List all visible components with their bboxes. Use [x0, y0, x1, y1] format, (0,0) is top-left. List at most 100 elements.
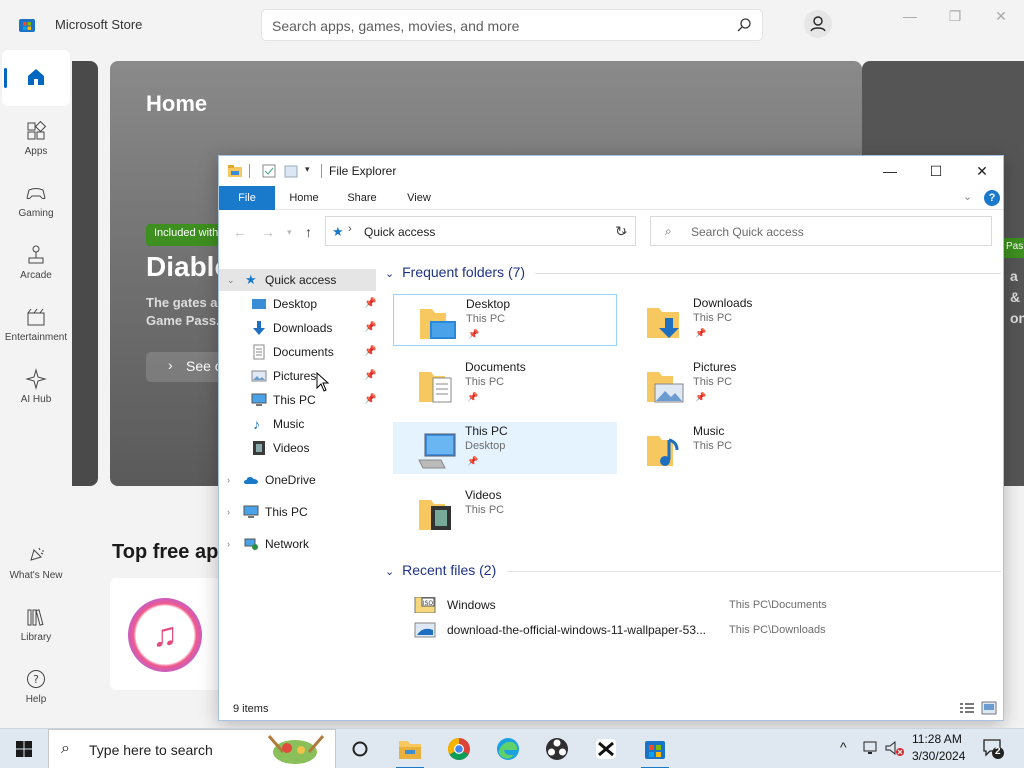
- tab-home[interactable]: Home: [281, 186, 327, 210]
- folder-tile-pictures[interactable]: Pictures This PC 📌: [621, 358, 845, 410]
- folder-tile-downloads[interactable]: Downloads This PC 📌: [621, 294, 845, 346]
- chevron-down-icon[interactable]: ⌄: [385, 566, 394, 578]
- nav-apps-label: Apps: [24, 146, 48, 157]
- tab-file[interactable]: File: [219, 186, 275, 210]
- pin-icon[interactable]: 📌: [364, 293, 376, 315]
- taskbar-chrome[interactable]: [439, 733, 479, 765]
- tree-item-quick-access[interactable]: ⌄ ★ Quick access: [219, 269, 376, 291]
- tab-share[interactable]: Share: [339, 186, 385, 210]
- pin-icon[interactable]: 📌: [364, 341, 376, 363]
- nav-ai-hub[interactable]: AI Hub: [2, 362, 70, 418]
- folder-tile-desktop[interactable]: Desktop This PC 📌: [393, 294, 617, 346]
- taskbar-capcut[interactable]: [586, 733, 626, 765]
- minimize-icon[interactable]: —: [867, 156, 913, 186]
- store-minimize-icon[interactable]: —: [898, 8, 922, 26]
- address-bar[interactable]: ★ › Quick access ⌄: [325, 216, 636, 246]
- pin-icon[interactable]: 📌: [364, 317, 376, 339]
- nav-whats-new[interactable]: What's New: [2, 538, 70, 594]
- properties-icon[interactable]: [261, 163, 277, 179]
- tree-item-downloads[interactable]: Downloads 📌: [219, 317, 376, 339]
- hero-prev-card[interactable]: [72, 61, 98, 486]
- tree-item-onedrive[interactable]: › OneDrive: [219, 469, 376, 491]
- clock-time[interactable]: 11:28 AM: [912, 732, 962, 746]
- hero-next-text-1: a &: [1010, 268, 1021, 305]
- maximize-icon[interactable]: ☐: [913, 156, 959, 186]
- nav-gaming[interactable]: Gaming: [2, 176, 70, 232]
- chevron-right-icon[interactable]: ›: [227, 533, 230, 555]
- close-icon[interactable]: ✕: [959, 156, 1005, 186]
- expand-ribbon-icon[interactable]: ⌄: [963, 190, 972, 203]
- search-icon[interactable]: [736, 17, 752, 33]
- large-icons-view-icon[interactable]: [981, 701, 997, 715]
- chevron-right-icon[interactable]: ›: [227, 469, 230, 491]
- clock-date[interactable]: 3/30/2024: [912, 749, 965, 763]
- folder-tile-music[interactable]: Music This PC: [621, 422, 845, 474]
- breadcrumb-chevron-icon[interactable]: ›: [348, 223, 352, 235]
- customize-toolbar-chevron-icon[interactable]: ▾: [305, 164, 310, 175]
- store-restore-icon[interactable]: ❐: [943, 8, 967, 26]
- tree-item-videos[interactable]: Videos: [219, 437, 376, 459]
- nav-help-label: Help: [25, 694, 47, 705]
- tree-item-documents[interactable]: Documents 📌: [219, 341, 376, 363]
- tree-item-this-pc-pinned[interactable]: This PC 📌: [219, 389, 376, 411]
- store-close-icon[interactable]: ✕: [989, 8, 1013, 26]
- store-search-input[interactable]: Search apps, games, movies, and more: [261, 9, 763, 41]
- taskbar-edge[interactable]: [488, 733, 528, 765]
- hero-description-2: Game Pass.: [146, 313, 220, 328]
- up-arrow-icon[interactable]: ↑: [305, 224, 312, 240]
- chevron-right-icon[interactable]: ›: [227, 501, 230, 523]
- tree-item-desktop[interactable]: Desktop 📌: [219, 293, 376, 315]
- nav-home[interactable]: [2, 50, 70, 106]
- nav-entertainment[interactable]: Entertainment: [2, 300, 70, 356]
- start-button[interactable]: [0, 729, 48, 768]
- explorer-titlebar[interactable]: ▾ File Explorer — ☐ ✕: [219, 156, 1003, 186]
- recent-file-row[interactable]: ISO Windows This PC\Documents: [413, 594, 953, 616]
- tab-view[interactable]: View: [397, 186, 441, 210]
- nav-apps[interactable]: Apps: [2, 114, 70, 170]
- recent-file-row[interactable]: download-the-official-windows-11-wallpap…: [413, 619, 953, 641]
- tree-item-pictures[interactable]: Pictures 📌: [219, 365, 376, 387]
- details-view-icon[interactable]: [959, 701, 975, 715]
- show-hidden-icons-chevron-icon[interactable]: ^: [840, 739, 847, 755]
- volume-muted-icon[interactable]: [884, 739, 906, 757]
- folder-name: Downloads: [693, 296, 753, 310]
- network-status-icon[interactable]: [862, 739, 880, 757]
- search-input[interactable]: ⌕ Search Quick access: [650, 216, 992, 246]
- notifications-button[interactable]: 2: [982, 737, 1004, 759]
- forward-arrow-icon[interactable]: →: [261, 224, 275, 240]
- store-titlebar: Microsoft Store Search apps, games, movi…: [0, 0, 1024, 48]
- tree-label: OneDrive: [265, 473, 316, 487]
- itunes-icon[interactable]: ♫: [128, 598, 202, 672]
- nav-arcade[interactable]: Arcade: [2, 238, 70, 294]
- capcut-icon: [596, 739, 616, 759]
- taskbar-obs[interactable]: [537, 733, 577, 765]
- tree-label: Documents: [273, 345, 334, 359]
- refresh-button[interactable]: ↻: [607, 216, 636, 246]
- tree-item-this-pc[interactable]: › This PC: [219, 501, 376, 523]
- recent-locations-chevron-icon[interactable]: ▾: [287, 227, 292, 238]
- chevron-down-icon[interactable]: ⌄: [227, 269, 235, 291]
- help-icon[interactable]: ?: [984, 190, 1000, 206]
- tree-item-network[interactable]: › Network: [219, 533, 376, 555]
- recent-files-header[interactable]: ⌄ Recent files (2): [385, 562, 1001, 578]
- taskbar-file-explorer[interactable]: [390, 733, 430, 768]
- taskbar-microsoft-store[interactable]: [635, 733, 675, 768]
- chevron-down-icon[interactable]: ⌄: [385, 268, 394, 280]
- folder-tile-documents[interactable]: Documents This PC 📌: [393, 358, 617, 410]
- breadcrumb-quick-access[interactable]: Quick access: [364, 225, 435, 239]
- back-arrow-icon[interactable]: ←: [233, 224, 247, 240]
- user-avatar-icon[interactable]: [804, 10, 832, 38]
- pin-icon[interactable]: 📌: [364, 389, 376, 411]
- nav-library[interactable]: Library: [2, 600, 70, 656]
- folder-tile-this-pc[interactable]: This PC Desktop 📌: [393, 422, 617, 474]
- new-folder-icon[interactable]: [283, 163, 299, 179]
- folder-tile-videos[interactable]: Videos This PC: [393, 486, 617, 538]
- tree-label: Quick access: [265, 273, 337, 287]
- tree-item-music[interactable]: ♪ Music: [219, 413, 376, 435]
- frequent-folders-header[interactable]: ⌄ Frequent folders (7): [385, 264, 1001, 280]
- group-divider: [535, 273, 1001, 274]
- task-view-button[interactable]: [340, 733, 380, 765]
- pin-icon[interactable]: 📌: [364, 365, 376, 387]
- nav-help[interactable]: ? Help: [2, 662, 70, 718]
- taskbar-search-input[interactable]: ⌕ Type here to search: [48, 729, 336, 768]
